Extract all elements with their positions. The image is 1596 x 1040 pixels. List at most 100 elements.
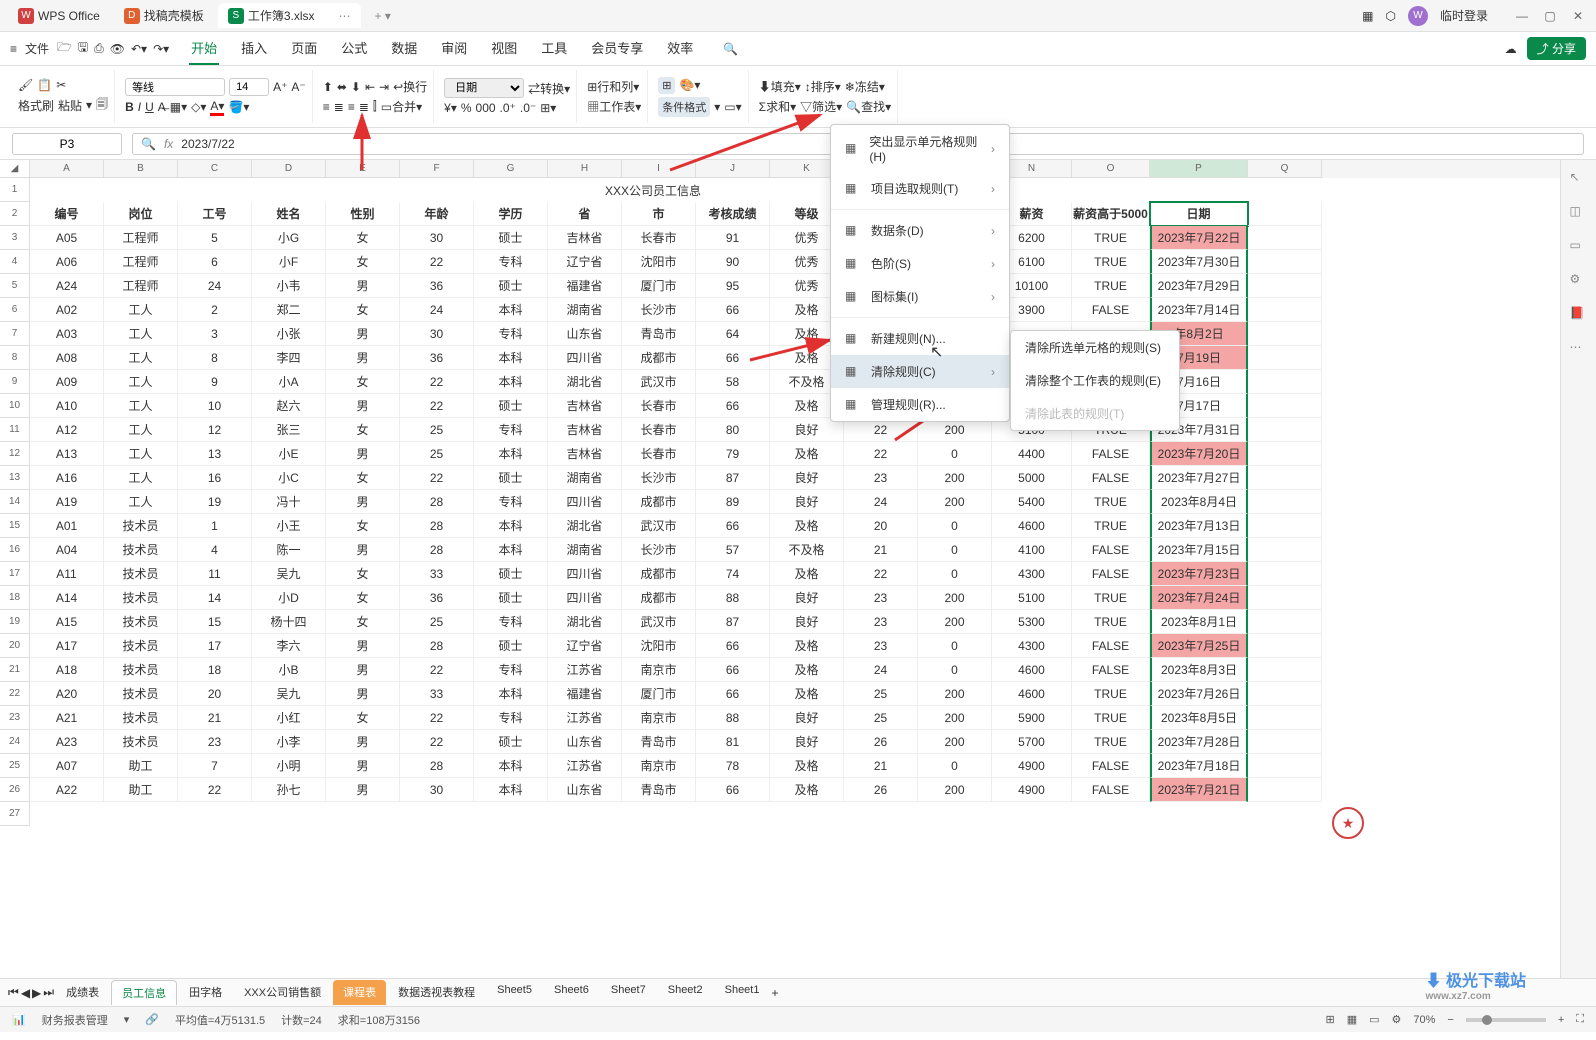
cell[interactable]: 66	[696, 682, 770, 706]
bold-button[interactable]: B	[125, 100, 134, 114]
styles-icon[interactable]: ◫	[1570, 204, 1588, 222]
app-tab[interactable]: WWPS Office	[8, 4, 110, 28]
col-header[interactable]: P	[1150, 160, 1248, 178]
cell[interactable]: 男	[326, 778, 400, 802]
cell[interactable]: 及格	[770, 778, 844, 802]
redo-icon[interactable]: ↷▾	[153, 42, 169, 56]
cell[interactable]: 张三	[252, 418, 326, 442]
cell[interactable]: A21	[30, 706, 104, 730]
cell[interactable]: 10	[178, 394, 252, 418]
cell[interactable]: 工人	[104, 370, 178, 394]
dropdown-item[interactable]: ▦数据条(D)›	[831, 214, 1009, 247]
table-row[interactable]: A04技术员4陈一男28本科湖南省长沙市57不及格2104100FALSE202…	[30, 538, 1560, 562]
cell[interactable]	[1248, 250, 1322, 274]
cloud-icon[interactable]: ☁	[1505, 42, 1517, 56]
table-row[interactable]: A06工程师6小F女22专科辽宁省沈阳市90优秀6100TRUE2023年7月3…	[30, 250, 1560, 274]
cell[interactable]: 山东省	[548, 730, 622, 754]
cell[interactable]: 技术员	[104, 706, 178, 730]
cell[interactable]: 技术员	[104, 562, 178, 586]
cell[interactable]: TRUE	[1072, 226, 1150, 250]
cell[interactable]: 山东省	[548, 322, 622, 346]
cell[interactable]: 硕士	[474, 730, 548, 754]
table-row[interactable]: A14技术员14小D女36硕士四川省成都市88良好232005100TRUE20…	[30, 586, 1560, 610]
sheet-tab[interactable]: 田字格	[179, 980, 232, 1005]
cell[interactable]: 湖北省	[548, 514, 622, 538]
cell[interactable]: 女	[326, 370, 400, 394]
cell[interactable]: 四川省	[548, 346, 622, 370]
highlight-button[interactable]: 🪣▾	[228, 100, 249, 114]
stats-icon[interactable]: 📊	[12, 1013, 26, 1026]
cell[interactable]: 22	[844, 562, 918, 586]
zoom-in-button[interactable]: +	[1558, 1014, 1564, 1026]
cell-style-button[interactable]: 🎨▾	[679, 78, 700, 92]
cell[interactable]: 郑二	[252, 298, 326, 322]
dropdown-item[interactable]: ▦突出显示单元格规则(H)›	[831, 125, 1009, 172]
cell[interactable]: 3	[178, 322, 252, 346]
border-button[interactable]: ▦▾	[170, 100, 187, 114]
row-header[interactable]: 7	[0, 322, 30, 346]
tab-menu-icon[interactable]: ⋯	[339, 9, 351, 23]
cell[interactable]: 成都市	[622, 562, 696, 586]
cell[interactable]: 沈阳市	[622, 634, 696, 658]
submenu-item[interactable]: 清除所选单元格的规则(S)	[1011, 331, 1179, 364]
cell[interactable]: 79	[696, 442, 770, 466]
row-header[interactable]: 23	[0, 706, 30, 730]
cell[interactable]: 小明	[252, 754, 326, 778]
cell[interactable]: 25	[400, 418, 474, 442]
cell[interactable]: 74	[696, 562, 770, 586]
cell[interactable]: 28	[400, 514, 474, 538]
cell[interactable]: 女	[326, 418, 400, 442]
cell[interactable]: 23	[844, 586, 918, 610]
cell[interactable]: FALSE	[1072, 562, 1150, 586]
cell[interactable]: A06	[30, 250, 104, 274]
italic-button[interactable]: I	[138, 100, 141, 114]
add-sheet-button[interactable]: +	[771, 986, 778, 1000]
cell[interactable]: 本科	[474, 754, 548, 778]
cell[interactable]: 2023年7月13日	[1150, 514, 1248, 538]
cell[interactable]: 男	[326, 754, 400, 778]
col-header[interactable]: B	[104, 160, 178, 178]
cell[interactable]: 福建省	[548, 682, 622, 706]
minimize-button[interactable]: —	[1512, 6, 1532, 26]
cell[interactable]: 山东省	[548, 778, 622, 802]
cell[interactable]: 90	[696, 250, 770, 274]
cell[interactable]	[1248, 706, 1322, 730]
cell[interactable]: 女	[326, 226, 400, 250]
cell[interactable]	[1248, 538, 1322, 562]
cell[interactable]: 青岛市	[622, 778, 696, 802]
menu-tab-6[interactable]: 视图	[489, 32, 519, 65]
table-row[interactable]: A22助工22孙七男30本科山东省青岛市66及格262004900FALSE20…	[30, 778, 1560, 802]
cell[interactable]: 4900	[992, 754, 1072, 778]
cell[interactable]: 小韦	[252, 274, 326, 298]
cell[interactable]: 工人	[104, 298, 178, 322]
cell[interactable]	[1248, 370, 1322, 394]
paste-button[interactable]: 粘贴	[58, 97, 82, 114]
cell[interactable]: 女	[326, 586, 400, 610]
cell[interactable]: 4300	[992, 562, 1072, 586]
cell[interactable]: A04	[30, 538, 104, 562]
cell[interactable]	[1248, 658, 1322, 682]
cell[interactable]: 本科	[474, 346, 548, 370]
book-icon[interactable]: 📕	[1570, 306, 1588, 324]
cell[interactable]: 女	[326, 466, 400, 490]
menu-tab-4[interactable]: 数据	[389, 32, 419, 65]
cell[interactable]: 小D	[252, 586, 326, 610]
cell[interactable]: 2023年8月3日	[1150, 658, 1248, 682]
cell[interactable]: TRUE	[1072, 250, 1150, 274]
cell[interactable]: 21	[844, 538, 918, 562]
cell[interactable]: 0	[918, 754, 992, 778]
maximize-button[interactable]: ▢	[1540, 6, 1560, 26]
cell[interactable]: 23	[844, 610, 918, 634]
cell[interactable]	[1248, 274, 1322, 298]
row-header[interactable]: 24	[0, 730, 30, 754]
header-cell[interactable]: 工号	[178, 202, 252, 226]
row-header[interactable]: 11	[0, 418, 30, 442]
zoom-slider[interactable]	[1466, 1018, 1546, 1022]
cube-icon[interactable]: ⬡	[1386, 9, 1396, 23]
sum-button[interactable]: Σ求和▾	[759, 98, 796, 115]
cell[interactable]: FALSE	[1072, 778, 1150, 802]
row-header[interactable]: 26	[0, 778, 30, 802]
cell[interactable]: 吉林省	[548, 442, 622, 466]
table-row[interactable]: A16工人16小C女22硕士湖南省长沙市87良好232005000FALSE20…	[30, 466, 1560, 490]
header-cell[interactable]: 性别	[326, 202, 400, 226]
